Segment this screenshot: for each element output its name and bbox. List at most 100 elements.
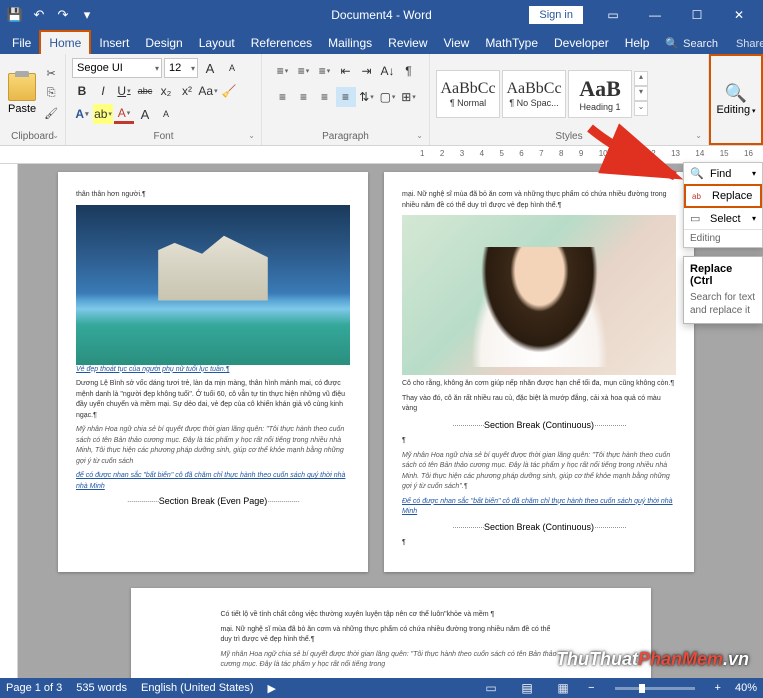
macro-icon[interactable]: ▶ [268, 682, 276, 695]
zoom-slider[interactable] [615, 687, 695, 690]
paste-button[interactable]: Paste [4, 71, 40, 117]
zoom-in-button[interactable]: + [715, 682, 721, 694]
tab-mailings[interactable]: Mailings [320, 32, 380, 54]
tell-me-search[interactable]: 🔍Search [657, 33, 726, 54]
page-2: mại. Nữ nghệ sĩ mùa đã bỏ ăn cơm và nhữn… [384, 172, 694, 572]
shrink-font-icon[interactable]: A [222, 58, 242, 78]
group-label-paragraph: Paragraph [266, 131, 425, 143]
shading-icon[interactable]: ▢ [378, 87, 398, 107]
select-icon: ▭ [690, 212, 704, 225]
strike-button[interactable]: abc [135, 81, 155, 101]
tab-layout[interactable]: Layout [191, 32, 243, 54]
word-count-status[interactable]: 535 words [76, 682, 127, 694]
undo-icon[interactable]: ↶ [28, 4, 50, 26]
underline-button[interactable]: U [114, 81, 134, 101]
align-center-icon[interactable]: ≡ [294, 87, 314, 107]
increase-indent-icon[interactable]: ⇥ [357, 61, 377, 81]
document-canvas[interactable]: thân thân hơn người.¶ Vẻ đẹp thoát tục c… [18, 164, 763, 678]
bullets-icon[interactable]: ≡ [273, 61, 293, 81]
image-pool-villa [76, 205, 350, 365]
borders-icon[interactable]: ⊞ [399, 87, 419, 107]
superscript-button[interactable]: x² [177, 81, 197, 101]
justify-icon[interactable]: ≡ [336, 87, 356, 107]
section-break-continuous-2: Section Break (Continuous) [402, 521, 676, 535]
font-name-combo[interactable]: Segoe UI [72, 58, 162, 78]
document-title: Document4 - Word [331, 8, 431, 22]
align-right-icon[interactable]: ≡ [315, 87, 335, 107]
font-color-button[interactable]: A [114, 104, 134, 124]
copy-icon[interactable]: ⎘ [42, 85, 60, 103]
qat-customize-icon[interactable]: ▾ [76, 4, 98, 26]
tab-file[interactable]: File [4, 32, 39, 54]
grow-font-icon[interactable]: A [200, 58, 220, 78]
share-button[interactable]: Share [726, 34, 763, 54]
text-effects-button[interactable]: A [72, 104, 92, 124]
style-heading-1[interactable]: AaB Heading 1 [568, 70, 632, 118]
find-item[interactable]: 🔍 Find▾ [684, 163, 762, 184]
show-marks-icon[interactable]: ¶ [399, 61, 419, 81]
image-woman-flowers [402, 215, 676, 375]
group-clipboard: Paste ✂ ⎘ 🖌 Clipboard [0, 54, 66, 145]
paste-icon [8, 73, 36, 101]
replace-tooltip: Replace (Ctrl Search for text and replac… [683, 256, 763, 324]
page-1: thân thân hơn người.¶ Vẻ đẹp thoát tục c… [58, 172, 368, 572]
sign-in-button[interactable]: Sign in [529, 6, 583, 24]
print-layout-icon[interactable]: ▤ [516, 681, 538, 695]
tab-insert[interactable]: Insert [91, 32, 137, 54]
group-label-styles: Styles [434, 131, 704, 143]
select-item[interactable]: ▭ Select▾ [684, 208, 762, 229]
vertical-ruler[interactable] [0, 164, 18, 678]
clear-format-icon[interactable]: 🧹 [219, 81, 239, 101]
tab-references[interactable]: References [243, 32, 320, 54]
cut-icon[interactable]: ✂ [42, 65, 60, 83]
style-no-spacing[interactable]: AaBbCc ¶ No Spac... [502, 70, 566, 118]
tab-mathtype[interactable]: MathType [477, 32, 546, 54]
tab-developer[interactable]: Developer [546, 32, 617, 54]
watermark: ThuThuatPhanMem.vn [556, 649, 749, 670]
tab-view[interactable]: View [436, 32, 478, 54]
group-styles: AaBbCc ¶ Normal AaBbCc ¶ No Spac... AaB … [430, 54, 709, 145]
line-spacing-icon[interactable]: ⇅ [357, 87, 377, 107]
replace-item[interactable]: ab Replace [684, 184, 762, 208]
style-normal[interactable]: AaBbCc ¶ Normal [436, 70, 500, 118]
zoom-level[interactable]: 40% [735, 682, 757, 694]
group-label-clipboard: Clipboard [4, 131, 61, 143]
web-layout-icon[interactable]: ▦ [552, 681, 574, 695]
multilevel-icon[interactable]: ≡ [315, 61, 335, 81]
tab-design[interactable]: Design [137, 32, 190, 54]
image-caption: Vẻ đẹp thoát tục của người phụ nữ tuổi l… [76, 365, 350, 376]
format-painter-icon[interactable]: 🖌 [42, 105, 60, 123]
tab-home[interactable]: Home [39, 30, 91, 54]
read-mode-icon[interactable]: ▭ [480, 681, 502, 695]
section-break-even: Section Break (Even Page) [76, 495, 350, 509]
ribbon-display-icon[interactable]: ▭ [593, 1, 633, 29]
tab-help[interactable]: Help [617, 32, 658, 54]
zoom-out-button[interactable]: − [588, 682, 594, 694]
horizontal-ruler[interactable]: 1234 5678 9101112 13141516 [0, 146, 763, 164]
maximize-icon[interactable]: ☐ [677, 1, 717, 29]
italic-button[interactable]: I [93, 81, 113, 101]
numbering-icon[interactable]: ≡ [294, 61, 314, 81]
tab-review[interactable]: Review [380, 32, 435, 54]
align-left-icon[interactable]: ≡ [273, 87, 293, 107]
language-status[interactable]: English (United States) [141, 682, 254, 694]
decrease-indent-icon[interactable]: ⇤ [336, 61, 356, 81]
find-icon: 🔍 [725, 83, 747, 104]
highlight-button[interactable]: ab [93, 104, 113, 124]
redo-icon[interactable]: ↷ [52, 4, 74, 26]
grow-font2[interactable]: A [135, 104, 155, 124]
title-bar: 💾 ↶ ↷ ▾ Document4 - Word Sign in ▭ — ☐ ✕ [0, 0, 763, 30]
styles-scroll[interactable]: ▴▾⌄ [634, 71, 648, 116]
editing-button[interactable]: 🔍 Editing [709, 54, 763, 145]
subscript-button[interactable]: x₂ [156, 81, 176, 101]
save-icon[interactable]: 💾 [4, 4, 26, 26]
ribbon-tabs: File Home Insert Design Layout Reference… [0, 30, 763, 54]
bold-button[interactable]: B [72, 81, 92, 101]
shrink-font2[interactable]: A [156, 104, 176, 124]
close-icon[interactable]: ✕ [719, 1, 759, 29]
sort-icon[interactable]: A↓ [378, 61, 398, 81]
page-number-status[interactable]: Page 1 of 3 [6, 682, 62, 694]
font-size-combo[interactable]: 12 [164, 58, 198, 78]
case-button[interactable]: Aa [198, 81, 218, 101]
minimize-icon[interactable]: — [635, 1, 675, 29]
